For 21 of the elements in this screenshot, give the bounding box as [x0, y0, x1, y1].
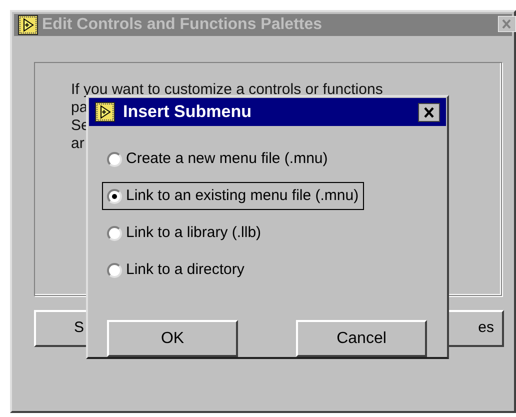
- cancel-button[interactable]: Cancel: [296, 320, 427, 357]
- radio-button[interactable]: [107, 226, 122, 240]
- app-icon: [95, 102, 115, 122]
- instruction-text: If you want to customize a controls or functions: [71, 81, 383, 98]
- option-row[interactable]: Link to a library (.llb): [102, 219, 266, 247]
- close-icon[interactable]: [418, 102, 440, 122]
- app-icon: [18, 15, 38, 35]
- option-label: Link to an existing menu file (.mnu): [126, 186, 359, 206]
- ok-button[interactable]: OK: [107, 320, 238, 357]
- instruction-text: ar: [71, 135, 84, 152]
- option-row[interactable]: Link to an existing menu file (.mnu): [102, 182, 364, 210]
- radio-button[interactable]: [107, 262, 122, 278]
- radio-button[interactable]: [107, 152, 122, 166]
- option-row[interactable]: Create a new menu file (.mnu): [102, 145, 333, 173]
- dialog-title: Insert Submenu: [123, 101, 252, 124]
- option-label: Create a new menu file (.mnu): [126, 148, 328, 169]
- radio-button[interactable]: [107, 188, 122, 204]
- option-row[interactable]: Link to a directory: [102, 256, 250, 284]
- option-label: Link to a library (.llb): [126, 222, 262, 243]
- window-title: Edit Controls and Functions Palettes: [42, 15, 322, 35]
- option-label: Link to a directory: [126, 260, 244, 280]
